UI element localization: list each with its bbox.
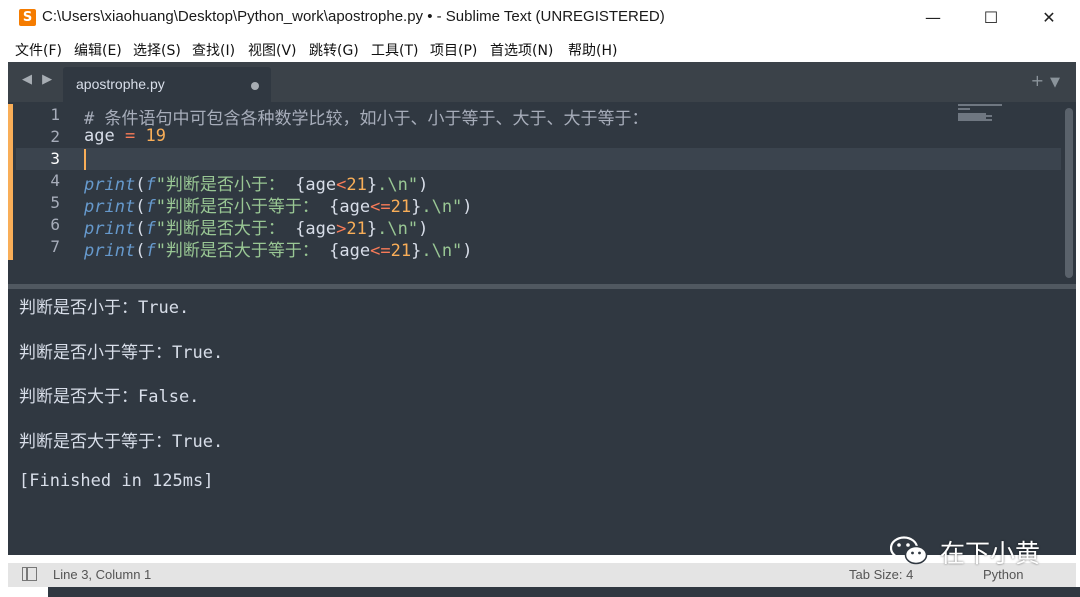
tab-bar: ◀ ▶ apostrophe.py +▼ — [8, 62, 1076, 102]
line-number: 1 — [50, 105, 60, 124]
line-number: 5 — [50, 193, 60, 212]
line-number-current: 3 — [50, 149, 60, 168]
minimap[interactable] — [958, 102, 1006, 122]
code-token: ) — [462, 197, 473, 217]
maximize-button[interactable]: ☐ — [962, 0, 1020, 36]
line-number: 7 — [50, 237, 60, 256]
output-line: 判断是否小于等于：True. — [19, 343, 224, 363]
output-line: 判断是否大于：False. — [19, 387, 200, 407]
line-number: 6 — [50, 215, 60, 234]
tab-apostrophe-py[interactable]: apostrophe.py — [63, 67, 271, 102]
cursor-position: Line 3, Column 1 — [53, 567, 152, 582]
tab-size-selector[interactable]: Tab Size: 4 — [849, 567, 913, 582]
status-bar: Line 3, Column 1 Tab Size: 4 Python — [8, 563, 1076, 587]
code-token: {age — [318, 241, 371, 261]
text-cursor — [84, 149, 86, 170]
window-title: C:\Users\xiaohuang\Desktop\Python_work\a… — [42, 8, 665, 25]
menu-selection[interactable]: 选择(S) — [133, 40, 181, 60]
code-editor[interactable]: 1 2 3 4 5 6 7 # 条件语句中可包含各种数学比较，如小于、小于等于、… — [8, 102, 1076, 284]
menu-goto[interactable]: 跳转(G) — [309, 40, 359, 60]
current-line-highlight — [16, 148, 1061, 170]
modified-lines-marker — [8, 104, 13, 260]
code-token: 21 — [390, 241, 412, 261]
build-finished-line: [Finished in 125ms] — [19, 471, 214, 491]
code-token: ( — [135, 241, 146, 261]
unsaved-dot-icon[interactable] — [251, 82, 259, 90]
code-token: <= — [370, 241, 391, 261]
code-token: .\n" — [421, 241, 463, 261]
title-bar: S C:\Users\xiaohuang\Desktop\Python_work… — [0, 0, 1080, 36]
menu-find[interactable]: 查找(I) — [192, 40, 235, 60]
code-line: # 条件语句中可包含各种数学比较，如小于、小于等于、大于、大于等于： — [84, 104, 648, 129]
menu-bar: 文件(F) 编辑(E) 选择(S) 查找(I) 视图(V) 跳转(G) 工具(T… — [0, 36, 1080, 62]
code-line: age = 19 — [84, 126, 166, 146]
tab-label: apostrophe.py — [76, 76, 165, 92]
new-tab-button[interactable]: + — [1031, 71, 1050, 90]
code-token: "判断是否大于等于： — [155, 241, 319, 261]
tab-actions: +▼ — [1031, 71, 1066, 90]
line-number: 4 — [50, 171, 60, 190]
line-number: 2 — [50, 127, 60, 146]
code-token: # 条件语句中可包含各种数学比较，如小于、小于等于、大于、大于等于： — [84, 109, 649, 129]
watermark-text: 在下小黄 — [940, 539, 1041, 568]
menu-help[interactable]: 帮助(H) — [568, 40, 617, 60]
menu-preferences[interactable]: 首选项(N) — [490, 40, 553, 60]
menu-file[interactable]: 文件(F) — [15, 40, 62, 60]
build-output-panel[interactable]: 判断是否小于：True. 判断是否小于等于：True. 判断是否大于：False… — [8, 289, 1076, 555]
code-line: print(f"判断是否大于等于： {age<=21}.\n") — [84, 236, 473, 261]
menu-tools[interactable]: 工具(T) — [371, 40, 418, 60]
minimize-button[interactable]: — — [904, 0, 962, 36]
code-token: print — [84, 241, 136, 261]
code-token: age — [84, 126, 125, 146]
code-token: = — [124, 126, 136, 146]
output-line: 判断是否小于：True. — [19, 298, 190, 318]
tab-dropdown-button[interactable]: ▼ — [1050, 75, 1066, 90]
editor-scrollbar[interactable] — [1065, 108, 1073, 278]
tab-navigation-arrows[interactable]: ◀ ▶ — [22, 72, 55, 87]
menu-view[interactable]: 视图(V) — [248, 40, 297, 60]
output-line: 判断是否大于等于：True. — [19, 432, 224, 452]
panel-toggle-icon[interactable] — [22, 567, 37, 581]
wechat-icon — [890, 536, 928, 565]
menu-project[interactable]: 项目(P) — [430, 40, 477, 60]
code-token: ) — [462, 241, 473, 261]
code-token: 19 — [145, 126, 166, 146]
code-token: } — [411, 241, 422, 261]
sublime-text-logo-icon: S — [19, 9, 36, 26]
menu-edit[interactable]: 编辑(E) — [74, 40, 122, 60]
code-token: f — [145, 241, 156, 261]
background-window-strip — [48, 587, 1080, 597]
close-button[interactable]: ✕ — [1020, 0, 1078, 36]
